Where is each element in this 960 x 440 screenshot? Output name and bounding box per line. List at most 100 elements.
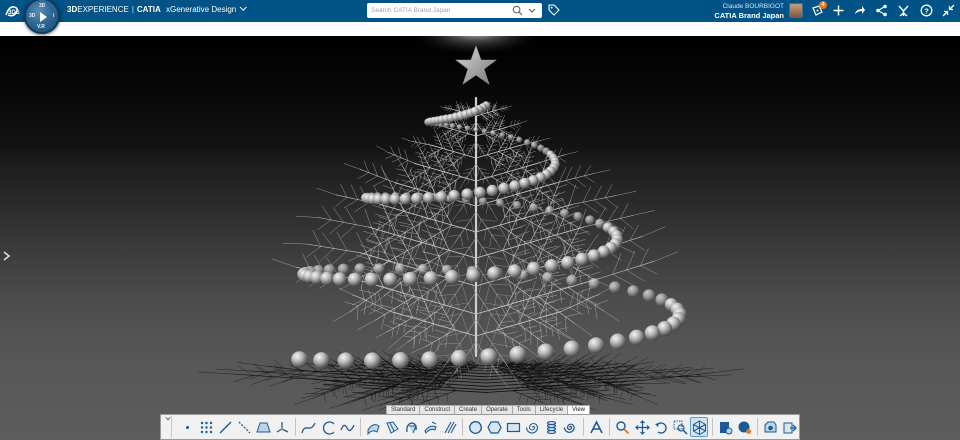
rectangle-icon[interactable] — [505, 417, 523, 437]
axis-system-icon[interactable] — [274, 417, 292, 437]
ruled-surface-icon[interactable] — [440, 417, 458, 437]
garland-pearl — [609, 281, 621, 294]
spiral-icon[interactable] — [524, 417, 542, 437]
garland-pearl — [421, 351, 438, 368]
notification-badge[interactable]: 4 — [819, 1, 827, 9]
spline-icon[interactable] — [300, 417, 318, 437]
garland-pearl — [423, 192, 435, 204]
action-bar-separator — [757, 418, 758, 436]
sweep-icon[interactable] — [364, 417, 382, 437]
user-info[interactable]: Claude BOURBIGOT CATIA Brand Japan — [714, 2, 784, 20]
compass-bottom-label: V.R — [37, 24, 45, 30]
garland-pearl — [435, 191, 448, 203]
garland-pearl — [490, 130, 497, 136]
garland-pearl — [461, 188, 474, 200]
garland-pearl — [464, 125, 471, 131]
garland-pearl — [560, 208, 569, 218]
view-cube-icon[interactable] — [690, 417, 709, 437]
material-icon[interactable] — [735, 417, 753, 437]
search-box[interactable] — [367, 3, 542, 18]
garland-pearl — [542, 272, 554, 283]
compass-left-label: 3D — [29, 13, 36, 19]
circle-icon[interactable] — [466, 417, 484, 437]
rotate-icon[interactable] — [652, 417, 670, 437]
garland-pearl — [443, 122, 450, 128]
garland-pearl — [332, 272, 347, 286]
revolve-icon[interactable] — [402, 417, 420, 437]
garland-pearl — [507, 264, 522, 279]
garland-pearl — [563, 340, 581, 357]
garland-pearl — [588, 337, 605, 354]
garland-pearl — [544, 259, 559, 273]
coil-icon[interactable] — [562, 417, 580, 437]
zoom-area-icon[interactable] — [671, 417, 689, 437]
garland-pearl — [509, 346, 527, 363]
export-icon[interactable] — [781, 417, 799, 437]
ds-logo-icon[interactable]: 3DS — [4, 3, 22, 19]
search-icon[interactable] — [512, 5, 523, 16]
line-icon[interactable] — [217, 417, 235, 437]
christmas-tree-model[interactable] — [0, 36, 960, 440]
play-icon[interactable] — [40, 12, 47, 22]
pan-icon[interactable] — [633, 417, 651, 437]
garland-pearl — [509, 180, 521, 192]
svg-text:?: ? — [924, 7, 929, 16]
search-input[interactable] — [371, 4, 506, 16]
share-icon[interactable] — [852, 3, 867, 18]
garland-pearl — [498, 182, 510, 194]
garland-pearl — [516, 136, 523, 143]
garland-pearl — [389, 193, 401, 205]
garland-pearl — [449, 123, 456, 129]
point-icon[interactable] — [179, 417, 197, 437]
chevron-down-icon[interactable] — [239, 3, 247, 11]
network-icon[interactable] — [874, 3, 889, 18]
app-name: xGenerative Design — [165, 5, 237, 14]
app-title[interactable]: 3DEXPERIENCE | CATIA xGenerative Design — [67, 3, 247, 14]
garland-pearl — [313, 352, 330, 369]
garland-pearl — [373, 263, 385, 274]
helix-icon[interactable] — [543, 417, 561, 437]
garland-pearl — [403, 271, 418, 287]
text-icon[interactable] — [588, 417, 606, 437]
garland-pearl — [480, 348, 498, 365]
search-options-chevron-icon[interactable] — [527, 6, 537, 15]
add-icon[interactable] — [831, 3, 846, 18]
garland-pearl — [573, 211, 583, 222]
compass-right-label: i — [53, 13, 55, 19]
zoom-icon[interactable] — [614, 417, 632, 437]
garland-pearl — [496, 198, 505, 208]
help-icon[interactable]: ? — [919, 3, 934, 18]
dashed-line-icon[interactable] — [236, 417, 254, 437]
collapse-icon[interactable] — [941, 3, 956, 18]
render-icon[interactable] — [716, 417, 734, 437]
garland-pearl — [466, 268, 481, 283]
title-separator: | — [131, 5, 134, 14]
loft-icon[interactable] — [383, 417, 401, 437]
action-bar-menu-icon[interactable] — [165, 416, 172, 438]
point-grid-icon[interactable] — [198, 417, 216, 437]
garland-pearl — [354, 263, 366, 275]
garland-pearl — [481, 128, 488, 134]
garland-pearl — [394, 263, 406, 275]
brand-main: EXPERIENCE — [77, 5, 129, 14]
action-bar-separator — [609, 418, 611, 436]
hexagon-icon[interactable] — [486, 417, 504, 437]
garland-pearl — [487, 266, 502, 281]
tag-icon[interactable] — [548, 4, 560, 16]
garland-pearl — [507, 134, 514, 141]
svg-text:3DS: 3DS — [8, 10, 20, 16]
garland-pearl — [392, 352, 409, 369]
garland-pearl — [519, 177, 531, 189]
capture-icon[interactable] — [761, 417, 779, 437]
garland-pearl — [457, 124, 463, 130]
garland-pearl — [320, 271, 334, 286]
header-spacer — [0, 22, 960, 36]
compass-apps-icon[interactable] — [896, 3, 911, 18]
plane-icon[interactable] — [255, 417, 273, 437]
tenant-name: CATIA Brand Japan — [714, 11, 784, 20]
avatar[interactable] — [789, 3, 803, 18]
arc-icon[interactable] — [319, 417, 337, 437]
curve-icon[interactable] — [338, 417, 356, 437]
multi-sweep-icon[interactable] — [421, 417, 439, 437]
garland-pearl — [545, 205, 554, 215]
